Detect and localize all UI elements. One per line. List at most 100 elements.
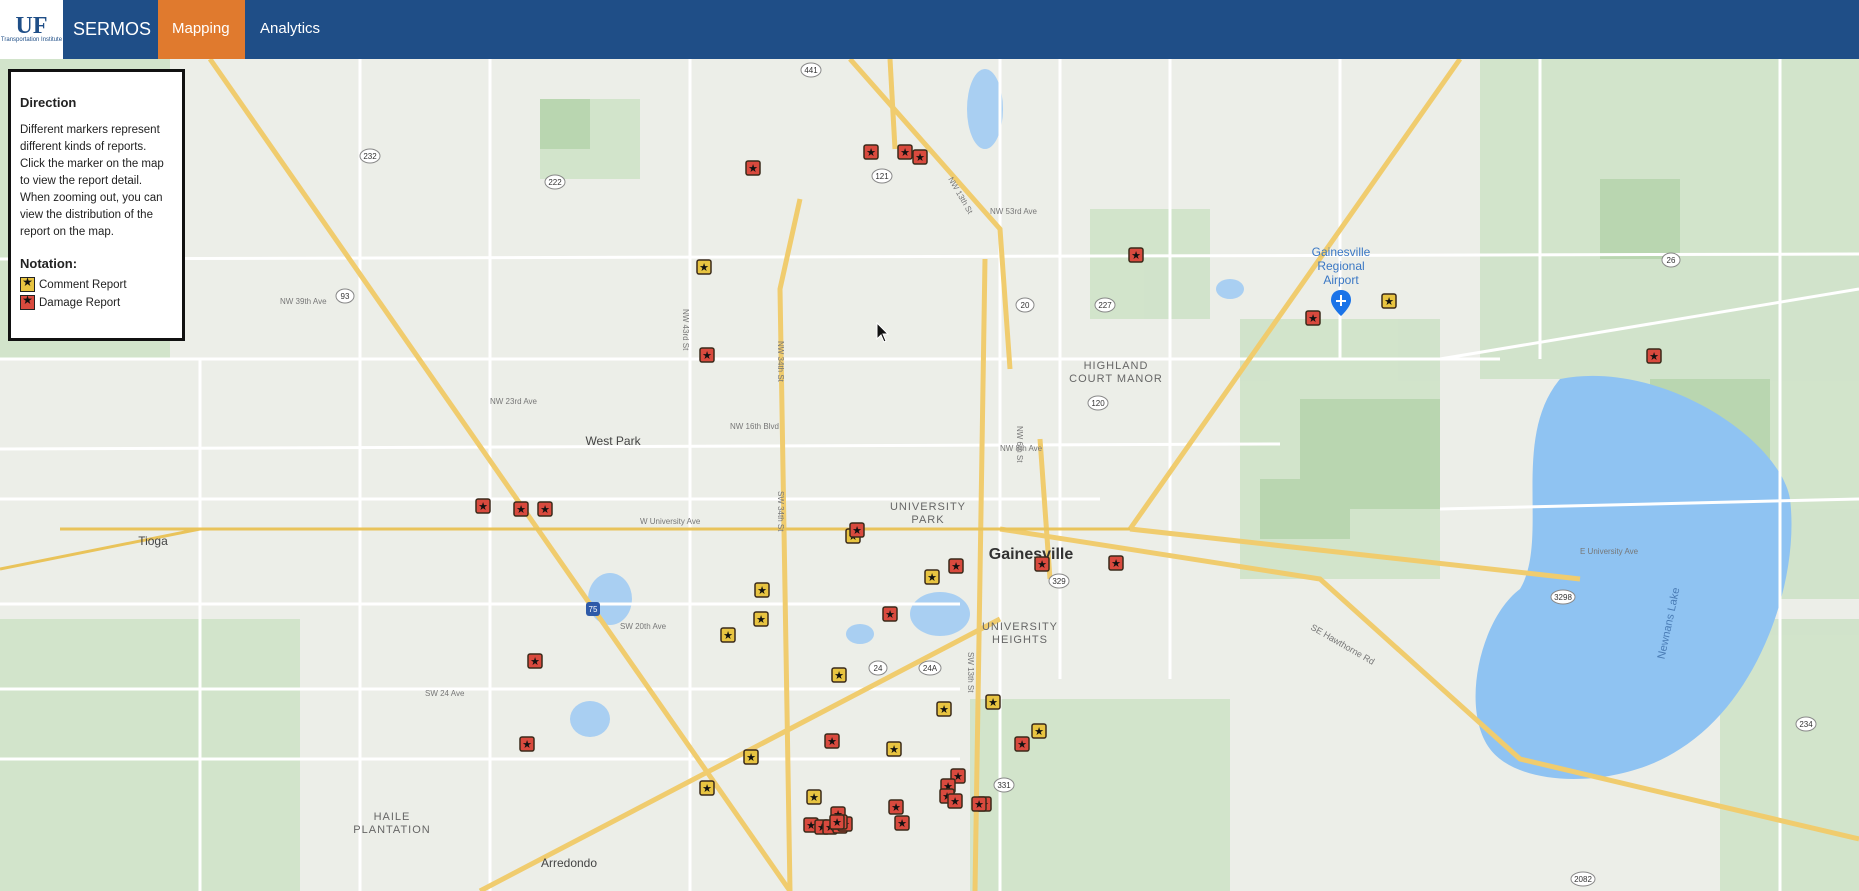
- street-label-euniv: E University Ave: [1580, 547, 1639, 556]
- legend-item-damage-label: Damage Report: [39, 296, 121, 309]
- route-shield-2082: 2082: [1574, 875, 1592, 884]
- svg-text:★: ★: [1037, 558, 1047, 571]
- route-shield-234: 234: [1799, 720, 1813, 729]
- legend-description: Different markers represent different ki…: [20, 124, 164, 238]
- comment-report-marker[interactable]: ★: [1381, 293, 1397, 309]
- street-label-nw43: NW 43rd St: [681, 309, 690, 351]
- svg-text:★: ★: [702, 349, 712, 362]
- map-view[interactable]: NW 53rd Ave NW 39th Ave NW 23rd Ave NW 1…: [0, 59, 1859, 891]
- comment-report-marker[interactable]: ★: [699, 780, 715, 796]
- direction-legend-panel: Direction Different markers represent di…: [8, 69, 185, 341]
- street-label-nw34: NW 34th St: [776, 341, 785, 383]
- damage-report-marker[interactable]: ★: [519, 736, 535, 752]
- tab-mapping[interactable]: Mapping: [158, 0, 245, 59]
- place-label-west-park: West Park: [585, 434, 641, 448]
- damage-report-marker[interactable]: ★: [948, 558, 964, 574]
- svg-text:★: ★: [897, 817, 907, 830]
- svg-text:★: ★: [827, 735, 837, 748]
- map-canvas[interactable]: NW 53rd Ave NW 39th Ave NW 23rd Ave NW 1…: [0, 59, 1859, 891]
- comment-report-marker[interactable]: ★: [720, 627, 736, 643]
- route-shield-232: 232: [363, 152, 377, 161]
- comment-report-marker[interactable]: ★: [743, 749, 759, 765]
- damage-report-marker[interactable]: ★: [527, 653, 543, 669]
- svg-text:★: ★: [951, 560, 961, 573]
- svg-text:★: ★: [927, 571, 937, 584]
- comment-report-marker[interactable]: ★: [924, 569, 940, 585]
- svg-text:★: ★: [522, 738, 532, 751]
- street-label-nw6: NW 6th St: [1015, 426, 1024, 463]
- legend-item-comment: ★ Comment Report: [20, 275, 173, 292]
- comment-report-marker[interactable]: ★: [1031, 723, 1047, 739]
- damage-report-marker[interactable]: ★: [475, 498, 491, 514]
- damage-report-marker[interactable]: ★: [897, 144, 913, 160]
- damage-report-marker[interactable]: ★: [849, 522, 865, 538]
- svg-text:★: ★: [889, 743, 899, 756]
- street-label-nw39: NW 39th Ave: [280, 297, 327, 306]
- svg-text:★: ★: [852, 524, 862, 537]
- route-shield-441: 441: [804, 66, 818, 75]
- damage-report-marker[interactable]: ★: [513, 501, 529, 517]
- damage-report-marker[interactable]: ★: [971, 796, 987, 812]
- comment-report-marker[interactable]: ★: [806, 789, 822, 805]
- comment-star-icon: ★: [20, 275, 35, 292]
- svg-text:★: ★: [723, 629, 733, 642]
- damage-report-marker[interactable]: ★: [699, 347, 715, 363]
- svg-text:★: ★: [748, 162, 758, 175]
- place-label-univ-heights-1: UNIVERSITY: [982, 621, 1058, 633]
- svg-text:★: ★: [746, 751, 756, 764]
- route-shield-120: 120: [1091, 399, 1105, 408]
- route-shield-3298: 3298: [1554, 593, 1572, 602]
- damage-report-marker[interactable]: ★: [829, 814, 845, 830]
- route-shield-227: 227: [1098, 301, 1112, 310]
- svg-text:★: ★: [988, 696, 998, 709]
- tab-analytics[interactable]: Analytics: [246, 0, 334, 59]
- svg-text:★: ★: [756, 613, 766, 626]
- damage-report-marker[interactable]: ★: [863, 144, 879, 160]
- damage-report-marker[interactable]: ★: [947, 793, 963, 809]
- route-shield-20: 20: [1021, 301, 1030, 310]
- damage-report-marker[interactable]: ★: [1128, 247, 1144, 263]
- svg-text:★: ★: [809, 791, 819, 804]
- damage-report-marker[interactable]: ★: [824, 733, 840, 749]
- damage-report-marker[interactable]: ★: [894, 815, 910, 831]
- svg-text:★: ★: [915, 151, 925, 164]
- place-label-airport-2: Regional: [1317, 259, 1364, 273]
- top-navigation-bar: UF Transportation Institute SERMOS Mappi…: [0, 0, 1859, 59]
- place-label-tioga: Tioga: [138, 534, 168, 548]
- comment-report-marker[interactable]: ★: [753, 611, 769, 627]
- comment-report-marker[interactable]: ★: [696, 259, 712, 275]
- damage-report-marker[interactable]: ★: [1014, 736, 1030, 752]
- route-shield-121: 121: [875, 172, 889, 181]
- app-name[interactable]: SERMOS: [73, 0, 151, 59]
- svg-text:★: ★: [950, 795, 960, 808]
- damage-report-marker[interactable]: ★: [1646, 348, 1662, 364]
- comment-report-marker[interactable]: ★: [886, 741, 902, 757]
- svg-text:★: ★: [702, 782, 712, 795]
- route-shield-222: 222: [548, 178, 562, 187]
- street-label-nw53: NW 53rd Ave: [990, 207, 1038, 216]
- place-label-univ-park-1: UNIVERSITY: [890, 501, 966, 513]
- svg-text:★: ★: [1017, 738, 1027, 751]
- damage-report-marker[interactable]: ★: [1034, 556, 1050, 572]
- route-shield-329: 329: [1052, 577, 1066, 586]
- street-label-nw23: NW 23rd Ave: [490, 397, 538, 406]
- legend-item-comment-label: Comment Report: [39, 278, 127, 291]
- damage-report-marker[interactable]: ★: [1108, 555, 1124, 571]
- damage-report-marker[interactable]: ★: [537, 501, 553, 517]
- place-label-univ-park-2: PARK: [911, 514, 944, 526]
- svg-text:★: ★: [1384, 295, 1394, 308]
- comment-report-marker[interactable]: ★: [936, 701, 952, 717]
- comment-report-marker[interactable]: ★: [831, 667, 847, 683]
- damage-report-marker[interactable]: ★: [912, 149, 928, 165]
- damage-report-marker[interactable]: ★: [888, 799, 904, 815]
- uf-logo[interactable]: UF Transportation Institute: [0, 0, 63, 59]
- route-shield-24: 24: [874, 664, 883, 673]
- damage-report-marker[interactable]: ★: [1305, 310, 1321, 326]
- comment-report-marker[interactable]: ★: [985, 694, 1001, 710]
- comment-report-marker[interactable]: ★: [754, 582, 770, 598]
- route-shield-75: 75: [589, 605, 598, 614]
- damage-report-marker[interactable]: ★: [882, 606, 898, 622]
- logo-text: UF: [15, 13, 48, 39]
- damage-report-marker[interactable]: ★: [745, 160, 761, 176]
- svg-text:★: ★: [1111, 557, 1121, 570]
